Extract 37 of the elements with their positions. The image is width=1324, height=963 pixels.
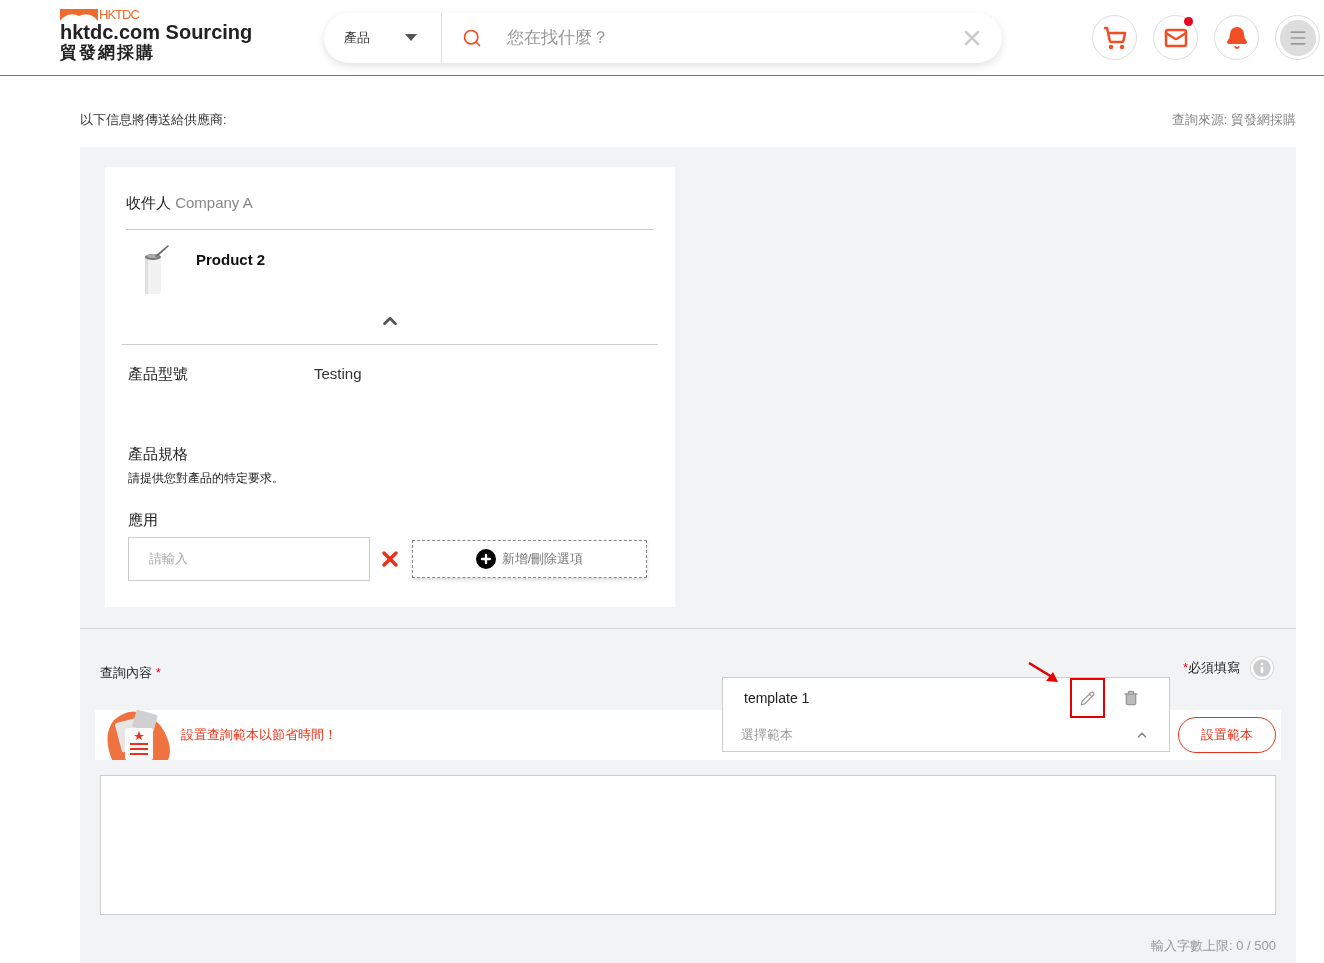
search-icon [462,27,483,48]
template-promo: 設置查詢範本以節省時間！ [181,726,337,745]
field-hint: 請提供您對產品的特定要求。 [128,470,284,487]
input-field[interactable]: 請輸入 [128,536,370,581]
product-name: Product 2 [196,249,266,270]
enquiry-source: 查詢來源: 貿發網採購 [1171,112,1296,128]
bell-icon [1224,25,1249,50]
logo-mark: HKTDC [99,8,139,21]
field-label: 產品規格 [128,443,188,464]
mail-button[interactable] [1153,15,1198,60]
delete-icon[interactable] [1123,690,1139,706]
edit-button[interactable] [1070,678,1105,718]
caret-icon [405,34,418,41]
field-label: 產品型號 [128,363,189,384]
field-value: Testing [314,363,362,384]
category-dropdown[interactable]: 產品 [324,12,443,63]
annotation-arrow [1028,662,1060,684]
site-subtitle: 貿發網採購 [60,43,156,63]
pencil-icon [1080,690,1095,706]
cart-icon [1102,25,1127,50]
cart-button[interactable] [1092,15,1137,60]
required-note: *必須填寫 [1182,659,1240,678]
add-remove-options-button[interactable]: 新增/刪除選項 [412,539,647,578]
logo-icon [60,8,98,21]
bell-button[interactable] [1214,15,1259,60]
intro-text: 以下信息將傳送給供應商: [80,112,227,128]
template-select-placeholder: 選擇範本 [741,725,793,744]
template-dropdown[interactable]: template 1 選擇範本 [722,677,1170,752]
character-counter: 輸入字數上限: 0 / 500 [1151,937,1276,955]
enquiry-label: 查詢內容 * [100,664,161,683]
recipient: 收件人 Company A [126,194,253,211]
search-field[interactable]: 您在找什麼？ [507,24,961,51]
set-template-button[interactable]: 設置範本 [1178,717,1276,753]
field-label: 應用 [128,510,158,530]
info-icon [1250,656,1274,680]
template-option[interactable]: template 1 [744,687,810,709]
site-title: hktdc.com Sourcing [60,21,253,43]
